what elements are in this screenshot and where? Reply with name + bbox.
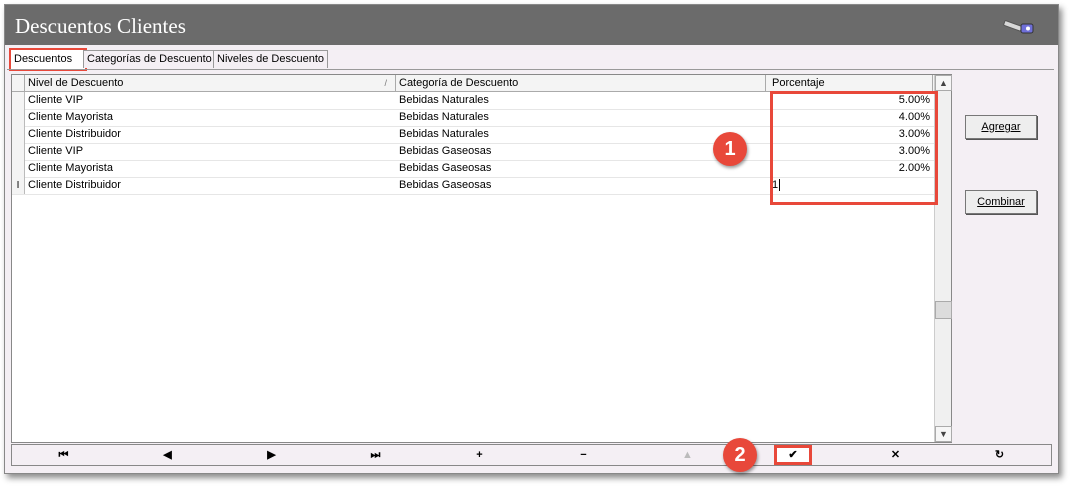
sort-indicator: / [384, 78, 387, 88]
cell-nivel[interactable]: Cliente Mayorista [25, 160, 395, 177]
scroll-up-icon[interactable]: ▲ [935, 75, 952, 91]
row-indicator [12, 109, 25, 126]
row-edit-indicator: I [12, 177, 25, 194]
grid-header: Nivel de Descuento / Categoría de Descue… [12, 75, 935, 92]
discount-grid: Nivel de Descuento / Categoría de Descue… [11, 74, 952, 443]
column-header-nivel-label: Nivel de Descuento [28, 77, 124, 89]
cell-nivel[interactable]: Cliente VIP [25, 143, 395, 160]
cell-nivel[interactable]: Cliente Mayorista [25, 109, 395, 126]
cell-categoria[interactable]: Bebidas Naturales [396, 126, 765, 143]
annotation-badge-1: 1 [713, 132, 747, 166]
insert-record-icon[interactable]: + [428, 445, 531, 465]
cell-categoria[interactable]: Bebidas Naturales [396, 92, 765, 109]
tab-categorias-descuento[interactable]: Categorías de Descuento [83, 50, 216, 68]
post-record-icon[interactable]: ✔ [774, 445, 812, 465]
percentage-highlight-box [770, 91, 938, 205]
column-header-nivel[interactable]: Nivel de Descuento / [25, 75, 396, 91]
tab-niveles-descuento[interactable]: Niveles de Descuento [213, 50, 329, 68]
cell-categoria[interactable]: Bebidas Gaseosas [396, 177, 765, 194]
first-record-icon[interactable]: ⏮ [12, 445, 115, 465]
scroll-down-icon[interactable]: ▼ [935, 426, 952, 442]
tab-content: Nivel de Descuento / Categoría de Descue… [7, 69, 1054, 472]
title-bar: Descuentos Clientes [5, 5, 1058, 45]
agregar-button[interactable]: Agregar [965, 115, 1037, 139]
cell-nivel[interactable]: Cliente Distribuidor [25, 126, 395, 143]
delete-record-icon[interactable]: − [532, 445, 635, 465]
record-navigator: ⏮ ◀ ▶ ⏭ + − ▲ ✔ ✕ ↻ [11, 444, 1052, 466]
column-header-porcentaje[interactable]: Porcentaje [769, 75, 933, 91]
combinar-button[interactable]: Combinar [965, 190, 1037, 214]
cell-nivel[interactable]: Cliente VIP [25, 92, 395, 109]
indicator-header [12, 75, 25, 91]
column-header-categoria[interactable]: Categoría de Descuento [396, 75, 766, 91]
tab-descuentos[interactable]: Descuentos [9, 48, 87, 71]
key-icon [1003, 20, 1034, 34]
last-record-icon[interactable]: ⏭ [324, 445, 427, 465]
annotation-badge-2: 2 [723, 438, 757, 472]
cancel-edit-icon[interactable]: ✕ [844, 445, 947, 465]
row-indicator [12, 92, 25, 109]
cell-categoria[interactable]: Bebidas Gaseosas [396, 160, 765, 177]
prior-record-icon[interactable]: ◀ [116, 445, 219, 465]
row-indicator [12, 126, 25, 143]
next-record-icon[interactable]: ▶ [220, 445, 323, 465]
refresh-data-icon[interactable]: ↻ [948, 445, 1051, 465]
cell-nivel[interactable]: Cliente Distribuidor [25, 177, 395, 194]
cell-categoria[interactable]: Bebidas Naturales [396, 109, 765, 126]
cell-categoria[interactable]: Bebidas Gaseosas [396, 143, 765, 160]
window-title: Descuentos Clientes [15, 14, 186, 38]
main-window: Descuentos Clientes Descuentos Categoría… [4, 4, 1059, 474]
row-indicator [12, 143, 25, 160]
scroll-thumb[interactable] [935, 301, 952, 319]
row-indicator [12, 160, 25, 177]
